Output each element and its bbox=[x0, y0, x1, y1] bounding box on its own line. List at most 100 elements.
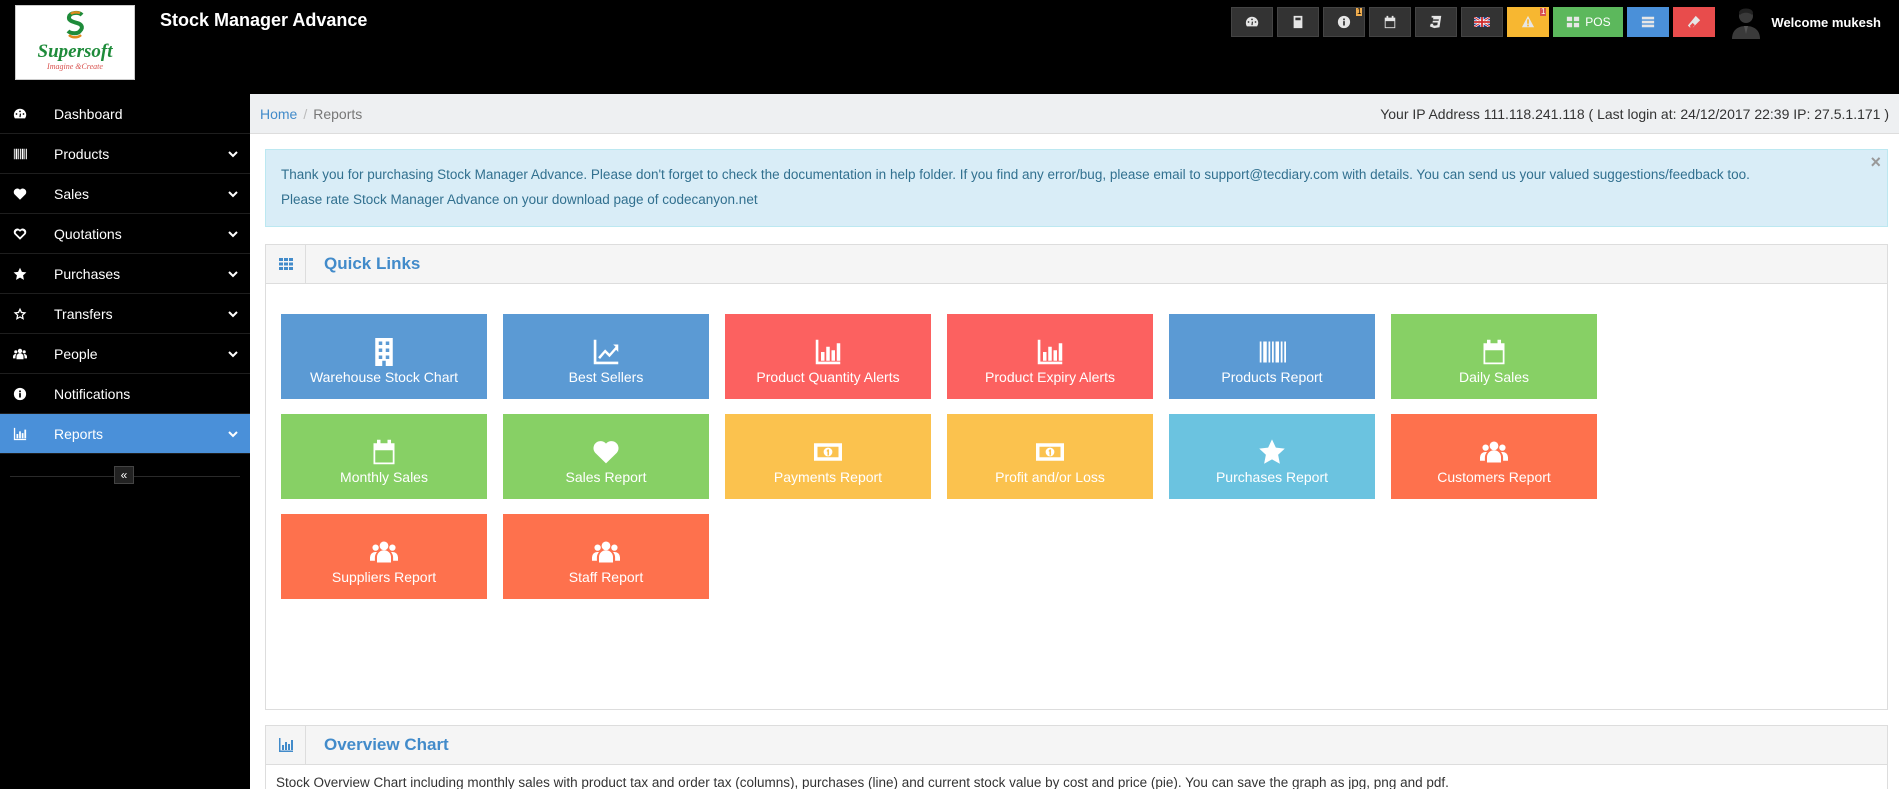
sidebar-item-label: Quotations bbox=[54, 225, 122, 242]
styles-button[interactable] bbox=[1415, 7, 1458, 37]
chevron-down-icon bbox=[228, 431, 238, 438]
star-outline-icon bbox=[13, 307, 27, 321]
alert-close-button[interactable]: × bbox=[1870, 150, 1881, 175]
warning-icon bbox=[1521, 15, 1535, 29]
star-icon bbox=[13, 267, 27, 281]
quick-links-title: Quick Links bbox=[324, 254, 421, 273]
sidebar-item-dashboard[interactable]: Dashboard bbox=[0, 94, 250, 134]
sidebar-item-transfers[interactable]: Transfers bbox=[0, 294, 250, 334]
tile-warehouse-stock-chart[interactable]: Warehouse Stock Chart bbox=[281, 314, 487, 399]
logo-name: Supersoft bbox=[37, 41, 113, 62]
quick-links-icon-box bbox=[266, 244, 306, 284]
breadcrumb-home-link[interactable]: Home bbox=[260, 106, 297, 122]
alerts-badge: 1 bbox=[1539, 7, 1547, 16]
tile-staff-report[interactable]: Staff Report bbox=[503, 514, 709, 599]
breadcrumb: Home / Reports bbox=[260, 106, 362, 122]
line-chart-icon bbox=[592, 338, 620, 366]
sidebar-item-label: Transfers bbox=[54, 305, 113, 322]
tile-label: Best Sellers bbox=[568, 369, 644, 385]
tile-label: Customers Report bbox=[1437, 469, 1551, 485]
barcode-icon bbox=[1258, 338, 1286, 366]
info-icon bbox=[13, 387, 27, 401]
breadcrumb-separator: / bbox=[303, 105, 308, 122]
users-icon bbox=[13, 347, 27, 361]
tile-label: Profit and/or Loss bbox=[995, 469, 1105, 485]
quick-links-header: Quick Links bbox=[266, 244, 1887, 284]
info-button[interactable]: 1 bbox=[1323, 7, 1366, 37]
tile-products-report[interactable]: Products Report bbox=[1169, 314, 1375, 399]
calculator-button[interactable] bbox=[1277, 7, 1320, 37]
tile-daily-sales[interactable]: Daily Sales bbox=[1391, 314, 1597, 399]
heart-icon bbox=[13, 187, 27, 201]
bar-chart-icon bbox=[1036, 338, 1064, 366]
sidebar-item-people[interactable]: People bbox=[0, 334, 250, 374]
sidebar-item-purchases[interactable]: Purchases bbox=[0, 254, 250, 294]
chevron-down-icon bbox=[228, 151, 238, 158]
tile-product-expiry-alerts[interactable]: Product Expiry Alerts bbox=[947, 314, 1153, 399]
sidebar-item-reports[interactable]: Reports bbox=[0, 414, 250, 454]
tile-monthly-sales[interactable]: Monthly Sales bbox=[281, 414, 487, 499]
ip-info: Your IP Address 111.118.241.118 ( Last l… bbox=[1380, 105, 1889, 122]
money-icon bbox=[814, 438, 842, 466]
money-icon bbox=[1036, 438, 1064, 466]
logo-tagline: Imagine &Create bbox=[47, 62, 103, 71]
header-toolbar: 1 1 POS Welcome mukesh bbox=[1227, 5, 1899, 39]
bar-chart-icon bbox=[814, 338, 842, 366]
top-header: Supersoft Imagine &Create Stock Manager … bbox=[0, 0, 1899, 94]
css3-icon bbox=[1429, 15, 1443, 29]
quick-links-panel: Quick Links Warehouse Stock Chart Best S… bbox=[265, 244, 1888, 710]
calendar-icon bbox=[1383, 15, 1397, 29]
language-button[interactable] bbox=[1461, 7, 1504, 37]
tile-best-sellers[interactable]: Best Sellers bbox=[503, 314, 709, 399]
clear-button[interactable] bbox=[1673, 7, 1716, 37]
tile-customers-report[interactable]: Customers Report bbox=[1391, 414, 1597, 499]
welcome-text: Welcome mukesh bbox=[1771, 14, 1881, 30]
calendar-button[interactable] bbox=[1369, 7, 1412, 37]
tile-label: Product Quantity Alerts bbox=[756, 369, 900, 385]
tile-payments-report[interactable]: Payments Report bbox=[725, 414, 931, 499]
list-button[interactable] bbox=[1627, 7, 1670, 37]
chevron-down-icon bbox=[228, 311, 238, 318]
overview-chart-header: Overview Chart bbox=[266, 725, 1887, 765]
dashboard-icon bbox=[1245, 15, 1259, 29]
pos-button[interactable]: POS bbox=[1553, 7, 1624, 37]
app-logo[interactable]: Supersoft Imagine &Create bbox=[15, 5, 135, 80]
tile-purchases-report[interactable]: Purchases Report bbox=[1169, 414, 1375, 499]
tile-label: Suppliers Report bbox=[331, 569, 437, 585]
info-alert: × Thank you for purchasing Stock Manager… bbox=[265, 149, 1888, 227]
tile-sales-report[interactable]: Sales Report bbox=[503, 414, 709, 499]
star-icon bbox=[1258, 438, 1286, 466]
main-content: Home / Reports Your IP Address 111.118.241… bbox=[250, 94, 1899, 789]
sidebar-item-label: People bbox=[54, 345, 98, 362]
user-menu[interactable]: Welcome mukesh bbox=[1729, 5, 1881, 39]
overview-chart-panel: Overview Chart Stock Overview Chart incl… bbox=[265, 725, 1888, 789]
tile-profit-loss[interactable]: Profit and/or Loss bbox=[947, 414, 1153, 499]
eraser-icon bbox=[1687, 15, 1701, 29]
overview-chart-title: Overview Chart bbox=[324, 735, 449, 754]
chevron-down-icon bbox=[228, 191, 238, 198]
breadcrumb-bar: Home / Reports Your IP Address 111.118.241… bbox=[250, 94, 1899, 134]
sidebar-item-label: Purchases bbox=[54, 265, 121, 282]
user-avatar-icon bbox=[1732, 8, 1761, 39]
users-icon bbox=[592, 538, 620, 566]
sidebar-item-quotations[interactable]: Quotations bbox=[0, 214, 250, 254]
sidebar-item-notifications[interactable]: Notifications bbox=[0, 374, 250, 414]
logo-s-mark-icon bbox=[66, 10, 84, 39]
uk-flag-icon bbox=[1474, 17, 1491, 27]
tile-product-quantity-alerts[interactable]: Product Quantity Alerts bbox=[725, 314, 931, 399]
users-icon bbox=[370, 538, 398, 566]
info-icon bbox=[1337, 15, 1351, 29]
users-icon bbox=[1480, 438, 1508, 466]
alert-line-2: Please rate Stock Manager Advance on you… bbox=[281, 192, 758, 207]
sidebar-item-products[interactable]: Products bbox=[0, 134, 250, 174]
dashboard-button[interactable] bbox=[1231, 7, 1274, 37]
sidebar-item-sales[interactable]: Sales bbox=[0, 174, 250, 214]
breadcrumb-current: Reports bbox=[313, 105, 363, 122]
barcode-icon bbox=[13, 147, 27, 161]
info-badge: 1 bbox=[1355, 7, 1363, 16]
sidebar-collapse-button[interactable]: « bbox=[114, 466, 134, 484]
chevron-down-icon bbox=[228, 271, 238, 278]
alerts-button[interactable]: 1 bbox=[1507, 7, 1550, 37]
tile-suppliers-report[interactable]: Suppliers Report bbox=[281, 514, 487, 599]
building-icon bbox=[370, 338, 398, 366]
